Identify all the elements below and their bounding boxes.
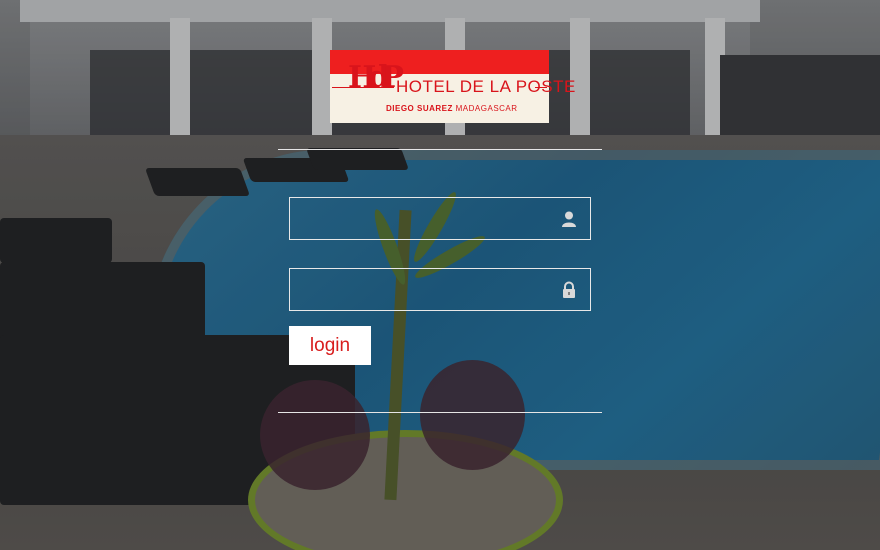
username-input[interactable]	[290, 198, 550, 239]
password-input[interactable]	[290, 269, 550, 310]
top-divider	[278, 149, 602, 150]
password-field[interactable]	[289, 268, 591, 311]
user-icon	[562, 211, 576, 227]
logo-rule-left	[332, 87, 394, 88]
logo-subtitle-country: MADAGASCAR	[455, 104, 518, 113]
lock-icon	[563, 281, 575, 298]
hotel-logo: HdP HOTEL DE LA POSTE DIEGO SUAREZ MADAG…	[330, 50, 575, 123]
logo-subtitle: DIEGO SUAREZ MADAGASCAR	[386, 104, 518, 113]
logo-monogram: HdP	[348, 60, 404, 95]
logo-name: HOTEL DE LA POSTE	[396, 77, 576, 96]
bottom-divider	[278, 412, 602, 413]
login-button[interactable]: login	[289, 326, 371, 365]
username-field[interactable]	[289, 197, 591, 240]
logo-subtitle-city: DIEGO SUAREZ	[386, 104, 453, 113]
logo-rule-right	[535, 87, 547, 88]
